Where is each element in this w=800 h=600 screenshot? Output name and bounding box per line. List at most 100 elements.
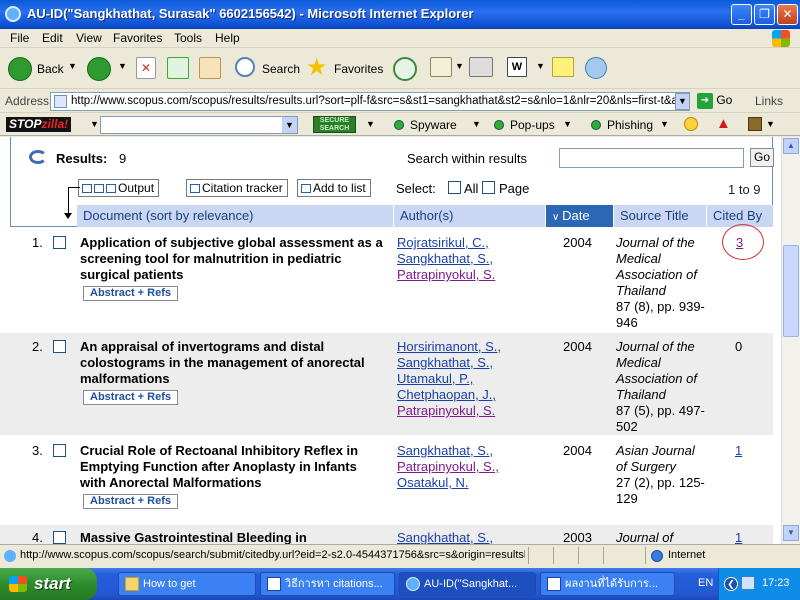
address-input[interactable]: http://www.scopus.com/scopus/results/res… — [50, 92, 690, 111]
scroll-up-icon[interactable]: ▲ — [783, 138, 799, 154]
menu-help[interactable]: Help — [215, 31, 240, 45]
cited-by-link[interactable]: 1 — [735, 443, 742, 458]
stopzilla-logo[interactable]: STOPzilla! — [6, 117, 72, 132]
back-icon[interactable] — [8, 57, 32, 81]
author-link[interactable]: Sangkhathat, S., — [397, 251, 547, 267]
phishing-dropdown-icon[interactable]: ▼ — [660, 119, 669, 129]
go-arrow-icon[interactable]: ➔ — [697, 93, 713, 109]
author-link[interactable]: Sangkhathat, S., — [397, 530, 547, 544]
smiley-icon[interactable] — [684, 117, 698, 131]
taskbar-item-word-doc-2[interactable]: ผลงานที่ได้รับการ... — [540, 572, 675, 596]
stopzilla-menu-dropdown-icon[interactable]: ▼ — [90, 119, 99, 129]
popups-button[interactable]: Pop-ups — [494, 118, 555, 132]
refresh-icon[interactable] — [167, 57, 189, 79]
author-link[interactable]: Patrapinyokul, S. — [397, 403, 547, 419]
author-link[interactable]: Sangkhathat, S., — [397, 443, 547, 459]
start-button[interactable]: start — [0, 568, 97, 600]
edit-dropdown-icon[interactable]: ▼ — [536, 61, 545, 71]
document-title-link[interactable]: Crucial Role of Rectoanal Inhibitory Ref… — [80, 443, 385, 491]
cited-by-link[interactable]: 1 — [735, 530, 742, 544]
messenger-icon[interactable] — [585, 57, 607, 79]
spyware-button[interactable]: Spyware — [394, 118, 457, 132]
back-dropdown-icon[interactable]: ▼ — [68, 61, 77, 71]
print-icon[interactable] — [469, 57, 493, 77]
stopzilla-search-dropdown-icon[interactable]: ▼ — [282, 117, 297, 133]
links-label[interactable]: Links — [755, 94, 783, 108]
forward-dropdown-icon[interactable]: ▼ — [118, 61, 127, 71]
search-within-go-button[interactable]: Go — [750, 148, 775, 167]
row-checkbox[interactable] — [53, 236, 66, 249]
secure-search-dropdown-icon[interactable]: ▼ — [366, 119, 375, 129]
vertical-scrollbar[interactable]: ▲ ▼ — [781, 137, 800, 544]
document-title-link[interactable]: An appraisal of invertograms and distal … — [80, 339, 385, 387]
row-checkbox[interactable] — [53, 531, 66, 544]
warning-icon[interactable]: ▲ — [716, 115, 731, 132]
col-source[interactable]: Source Title — [613, 205, 706, 227]
menu-tools[interactable]: Tools — [174, 31, 202, 45]
select-all-checkbox[interactable] — [448, 181, 461, 194]
search-within-input[interactable] — [559, 148, 744, 168]
stopzilla-search-input[interactable]: ▼ — [100, 116, 298, 134]
menu-file[interactable]: File — [10, 31, 29, 45]
scroll-down-icon[interactable]: ▼ — [783, 525, 799, 541]
add-to-list-button[interactable]: Add to list — [297, 179, 371, 197]
phishing-button[interactable]: Phishing — [591, 118, 653, 132]
go-button[interactable]: ➔ Go — [697, 93, 732, 109]
forward-icon[interactable] — [87, 57, 111, 81]
scroll-thumb[interactable] — [783, 245, 799, 337]
taskbar-item-folder[interactable]: How to get — [118, 572, 256, 596]
author-link[interactable]: Horsirimanont, S., — [397, 339, 547, 355]
abstract-refs-button[interactable]: Abstract + Refs — [83, 494, 179, 509]
address-dropdown-icon[interactable]: ▼ — [675, 93, 690, 110]
search-label[interactable]: Search — [262, 62, 300, 76]
col-document[interactable]: Document (sort by relevance) — [77, 205, 393, 227]
mail-dropdown-icon[interactable]: ▼ — [455, 61, 464, 71]
col-date[interactable]: ∨ Date — [545, 205, 613, 227]
mail-icon[interactable] — [430, 57, 452, 77]
tray-back-icon[interactable]: ❮ — [724, 577, 738, 591]
menu-favorites[interactable]: Favorites — [113, 31, 162, 45]
favorites-label[interactable]: Favorites — [334, 62, 383, 76]
author-link[interactable]: Patrapinyokul, S., — [397, 459, 547, 475]
citation-tracker-button[interactable]: Citation tracker — [186, 179, 288, 197]
abstract-refs-button[interactable]: Abstract + Refs — [83, 390, 179, 405]
popups-dropdown-icon[interactable]: ▼ — [563, 119, 572, 129]
row-checkbox[interactable] — [53, 444, 66, 457]
minimize-button[interactable]: _ — [731, 4, 752, 25]
document-title-link[interactable]: Application of subjective global assessm… — [80, 235, 385, 283]
output-button[interactable]: Output — [78, 179, 160, 197]
discuss-note-icon[interactable] — [552, 57, 574, 77]
taskbar-item-ie[interactable]: AU-ID("Sangkhat... — [399, 572, 536, 596]
select-page-checkbox[interactable] — [482, 181, 495, 194]
toolbox-dropdown-icon[interactable]: ▼ — [766, 119, 775, 129]
history-icon[interactable] — [393, 57, 417, 81]
edit-word-icon[interactable]: W — [507, 57, 527, 77]
language-indicator[interactable]: EN — [698, 577, 713, 589]
toolbox-icon[interactable] — [748, 117, 762, 131]
menu-view[interactable]: View — [76, 31, 102, 45]
author-link[interactable]: Rojratsirikul, C., — [397, 235, 547, 251]
maximize-button[interactable]: ❐ — [754, 4, 775, 25]
address-url[interactable]: http://www.scopus.com/scopus/results/res… — [71, 95, 684, 107]
search-icon[interactable] — [235, 57, 255, 77]
col-authors[interactable]: Author(s) — [393, 205, 545, 227]
secure-search-button[interactable]: SECURE SEARCH — [313, 116, 356, 133]
back-label[interactable]: Back — [37, 62, 64, 76]
home-icon[interactable] — [199, 57, 221, 79]
author-link[interactable]: Utamakul, P., — [397, 371, 547, 387]
author-link[interactable]: Chetphaopan, J., — [397, 387, 547, 403]
author-link[interactable]: Patrapinyokul, S. — [397, 267, 547, 283]
go-label[interactable]: Go — [716, 93, 732, 107]
row-checkbox[interactable] — [53, 340, 66, 353]
menu-edit[interactable]: Edit — [42, 31, 63, 45]
document-title-link[interactable]: Massive Gastrointestinal Bleeding in — [80, 530, 385, 544]
author-link[interactable]: Osatakul, N. — [397, 475, 547, 491]
favorites-star-icon[interactable]: ★ — [306, 56, 330, 81]
close-button[interactable]: ✕ — [777, 4, 798, 25]
spyware-dropdown-icon[interactable]: ▼ — [472, 119, 481, 129]
stop-icon[interactable]: ✕ — [136, 57, 156, 79]
abstract-refs-button[interactable]: Abstract + Refs — [83, 286, 179, 301]
network-tray-icon[interactable] — [741, 576, 755, 590]
author-link[interactable]: Sangkhathat, S., — [397, 355, 547, 371]
taskbar-item-word-doc-1[interactable]: วิธีการหา citations... — [260, 572, 395, 596]
